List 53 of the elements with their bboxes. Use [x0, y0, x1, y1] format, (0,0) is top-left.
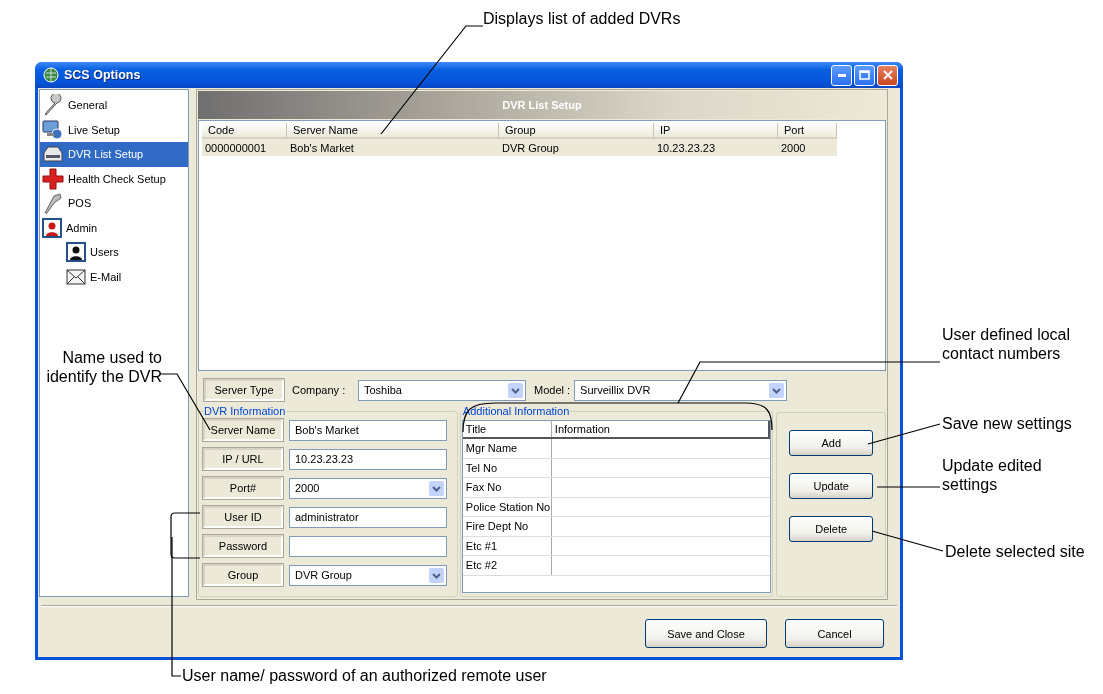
callout-text: Displays list of added DVRs	[483, 9, 682, 28]
dropdown-field[interactable]: Toshiba	[358, 379, 526, 401]
column-header[interactable]: Code	[202, 123, 287, 139]
column-header[interactable]: Group	[499, 123, 654, 139]
sidebar-item[interactable]: Health Check Setup	[40, 166, 188, 191]
sidebar-item[interactable]: POS	[40, 191, 188, 216]
column-header[interactable]: Server Name	[287, 123, 499, 139]
footer-button[interactable]: Save and Close	[645, 619, 767, 648]
callout-text: User name/ password of an authorized remote user	[182, 666, 548, 685]
text-field[interactable]: Bob's Market	[289, 419, 447, 441]
callout-text: Save new settings	[942, 414, 1073, 433]
table-cell: Fire Dept No	[462, 517, 552, 536]
action-button[interactable]: Update	[789, 473, 874, 499]
column-header[interactable]: Title	[462, 421, 552, 437]
column-header[interactable]: Information	[551, 421, 771, 437]
callout-text: User defined local contact numbers	[942, 325, 1072, 363]
table-cell: Police Station No	[462, 497, 552, 516]
callout-text: Name used to identify the DVR	[45, 348, 162, 386]
sidebar-item[interactable]: E-Mail	[40, 264, 188, 289]
footer-button[interactable]: Cancel	[785, 619, 884, 648]
model-label: Model :	[534, 384, 571, 396]
action-button[interactable]: Delete	[789, 516, 874, 542]
table-cell: Tel No	[462, 458, 552, 477]
field-label: Server Name	[203, 419, 283, 441]
callout-text: Update edited settings	[942, 456, 1043, 494]
sidebar-item[interactable]: Admin	[40, 215, 188, 240]
action-button[interactable]: Add	[789, 430, 874, 456]
text-field[interactable]: 10.23.23.23	[289, 448, 447, 470]
text-field[interactable]: administrator	[289, 506, 447, 528]
table-cell: Fax No	[462, 478, 552, 497]
sidebar-item[interactable]: DVR List Setup	[40, 142, 188, 167]
field-label: User ID	[203, 506, 283, 528]
field-label: Server Type	[204, 379, 284, 401]
table-cell: Etc #2	[462, 556, 552, 575]
field-label: Group	[203, 564, 283, 586]
dropdown-field[interactable]: Surveillix DVR	[574, 379, 788, 401]
field-label: IP / URL	[203, 448, 283, 470]
dropdown-field[interactable]: DVR Group	[289, 564, 447, 586]
sidebar-item[interactable]: General	[40, 93, 188, 118]
window-title: SCS Options	[64, 68, 142, 82]
dropdown-field[interactable]: 2000	[289, 477, 447, 499]
company-label: Company :	[292, 384, 347, 396]
column-header[interactable]: IP	[654, 123, 778, 139]
field-label: Password	[203, 535, 283, 557]
group-title: DVR Information	[203, 405, 287, 417]
sidebar-item[interactable]: Users	[40, 240, 188, 265]
table-cell: Mgr Name	[462, 439, 552, 458]
table-cell: Etc #1	[462, 536, 552, 555]
field-label: Port#	[203, 477, 283, 499]
list-row[interactable]: 0000000001 Bob's Market DVR Group 10.23.23.23 2000	[202, 139, 837, 156]
callout-text: Delete selected site	[945, 542, 1086, 561]
sidebar-item[interactable]: Live Setup	[40, 117, 188, 142]
column-header[interactable]: Port	[778, 123, 837, 139]
